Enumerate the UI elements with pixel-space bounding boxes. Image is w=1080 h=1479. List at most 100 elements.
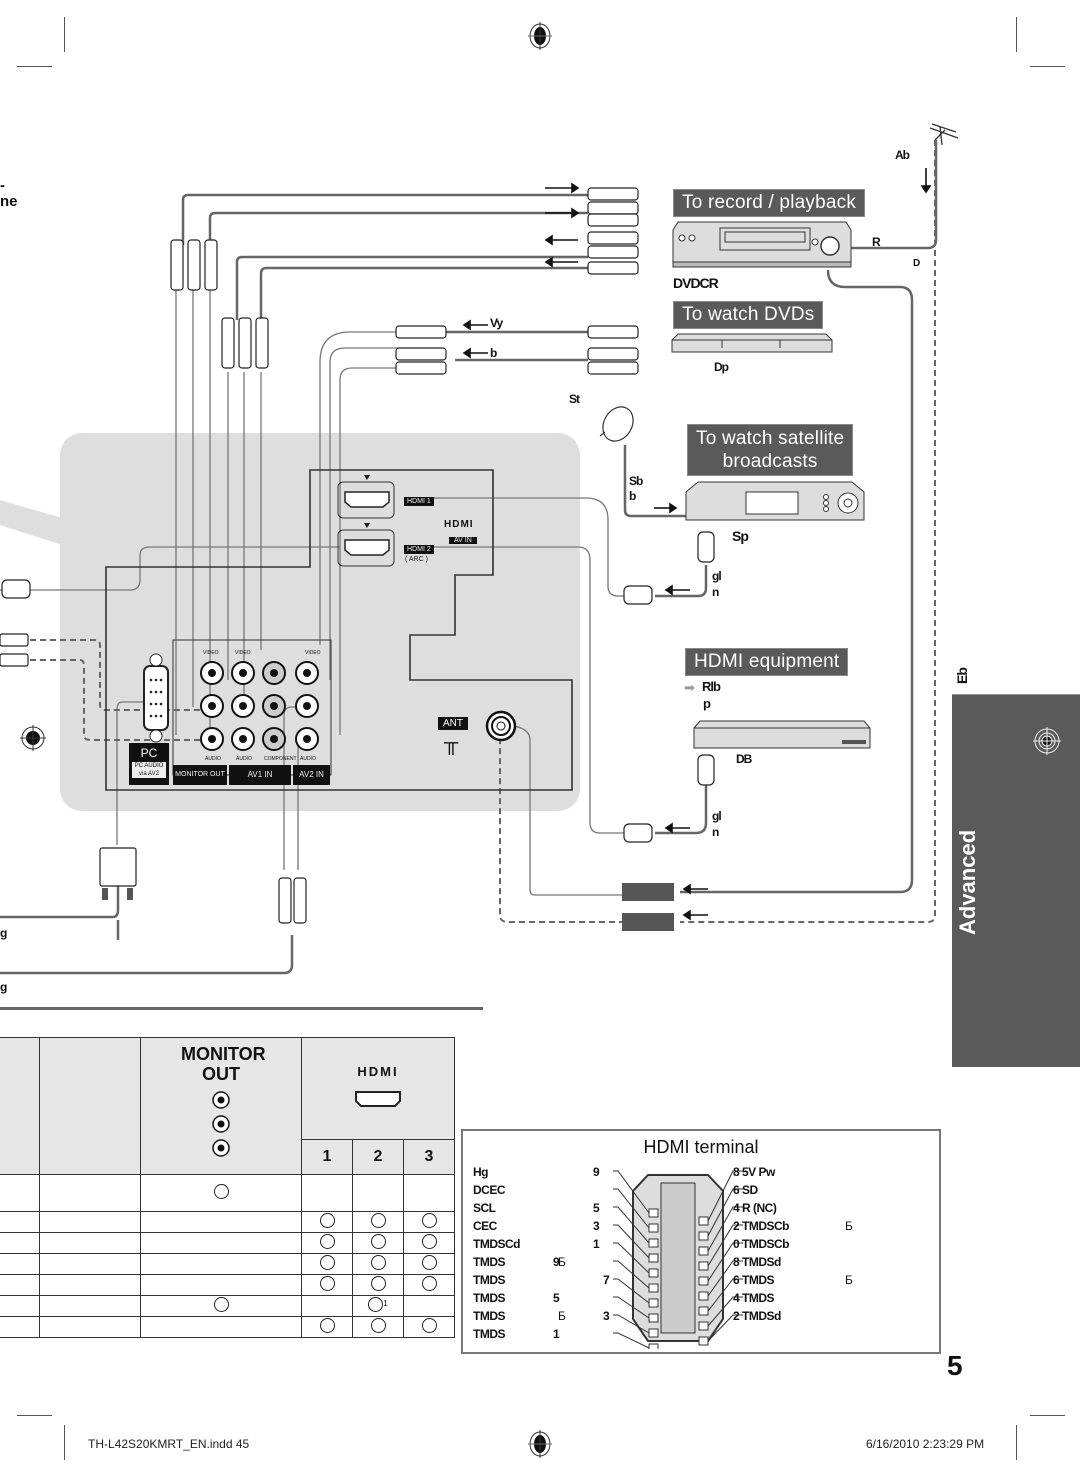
table-cell [403,1295,455,1317]
hdmi-col-1: 1 [301,1138,353,1176]
hdmi-pin [648,1238,659,1248]
supported-circle-icon [370,1254,386,1270]
monitor-out-title: MONITOR OUT [181,1044,266,1084]
pin-name: DCEC [473,1183,506,1197]
crop-mark [1016,1425,1017,1460]
supported-circle-icon [213,1183,229,1199]
left-cable-label: g [0,980,7,994]
settop-box-icon [685,481,865,521]
footer-file: TH-L42S20KMRT_EN.indd 45 [88,1437,250,1451]
table-cell [301,1316,353,1338]
dvd-player-icon [671,333,833,353]
table-cell [301,1211,353,1233]
pin-name: TMDS [473,1291,506,1305]
vcr-device-icon [672,221,852,268]
table-cell [352,1174,404,1212]
hdmi-pin-label-right: 8 TMDSd [733,1255,781,1269]
table-cell [140,1211,302,1233]
pin-number: 3 [603,1309,610,1323]
table-row [0,1316,455,1338]
arc-label: ( ARC ) [405,556,428,563]
pin-mark: Б [845,1219,853,1233]
table-cell [0,1316,40,1338]
table-row [0,1232,455,1254]
av2-video-label: VIDEO [305,650,321,656]
settop-label: Sp [732,528,749,544]
table-cell [39,1316,141,1338]
hdmi-pin [698,1231,709,1241]
supported-circle-icon [368,1296,384,1312]
component-label: COMPONENT [264,756,297,762]
table-cell [0,1295,40,1317]
pin-number: 5 [553,1291,560,1305]
supported-circle-icon [370,1233,386,1249]
av-jacks [200,661,319,751]
pin-name: 8 5V Pw [733,1165,775,1179]
table-cell [352,1232,404,1254]
banner-satellite-line: To watch satellite [696,428,845,449]
hdmi-pin-label-right: 6 SD [733,1183,758,1197]
ant-jack-icon [485,710,517,742]
pin-name: TMDSCd [473,1237,521,1251]
hdmi-pin [698,1306,709,1316]
pc-label-text: PC [140,746,158,760]
side-note: Eb [954,668,970,684]
pin-name: TMDS [473,1309,506,1323]
hdmi-logo: HDMI [357,1063,399,1079]
supported-circle-icon [421,1275,437,1291]
supported-circle-icon [319,1254,335,1270]
pin-name: TMDS [473,1327,506,1341]
audio-cable-label: b [490,346,497,360]
pc-audio-label: PC AUDIO via AV2 [132,762,166,778]
hdmi-cable-label-line: n [712,585,719,599]
table-cell [0,1253,40,1275]
hdmi-pin-label-left: Hg 9 [473,1165,600,1179]
table-cell [0,1211,40,1233]
av1-audio-label: AUDIO [236,756,252,762]
table-cell [140,1295,302,1317]
table-cell [403,1253,455,1275]
hdmi-pin [648,1223,659,1233]
registration-mark-icon [1033,727,1061,755]
hdmi-pin [698,1321,709,1331]
supported-circle-icon [421,1317,437,1333]
left-cable-label: g [0,926,7,940]
hdmi-pin-label-right: 0 TMDSCb [733,1237,790,1251]
supported-circle-icon [319,1212,335,1228]
hdmi-terminal-title: HDMI terminal [643,1137,759,1157]
hdmi2-label: HDMI 2 [404,545,434,554]
advanced-label: Advanced [955,829,980,935]
hdmi-pin-label-left: TMDS 7 [473,1273,610,1287]
supported-circle-icon [370,1317,386,1333]
pin-name: 2 TMDSd [733,1309,781,1323]
table-cell [301,1174,353,1212]
supported-circle-icon [421,1233,437,1249]
table-row [0,1253,455,1275]
table-cell [39,1174,141,1212]
hdmi-pin [698,1261,709,1271]
table-cell [301,1295,353,1317]
av1-in-label: AV1 IN [229,765,291,785]
table-cell [403,1174,455,1212]
hdmi-logo: HDMI [444,519,474,530]
supported-circle-icon [370,1275,386,1291]
hdmi-equipment-note: Rlb [702,679,721,694]
pin-name: TMDS [473,1255,506,1269]
ant-label: ANT [438,717,468,730]
hdmi-pin-label-left: TMDS 1 [473,1327,560,1341]
table-header-cell [0,1037,40,1175]
pin-name: SCL [473,1201,496,1215]
hdmi-terminal-box: HDMI terminal Hg 9 DCEC SCL 5 CEC 3 TMDSCd 1 TMDS… [461,1129,941,1354]
footer-datetime: 6/16/2010 2:23:29 PM [866,1437,985,1451]
hdmi-pin-label-left: TMDS 5 [473,1291,560,1305]
hdmi-col-3: 3 [403,1138,455,1176]
hdmi-pin [648,1253,659,1263]
antenna-label: Ab [895,148,910,162]
dvd-name: Dp [714,360,729,374]
table-cell [403,1316,455,1338]
table-cell [403,1274,455,1296]
table-cell [39,1232,141,1254]
hdmi-equipment-note-2: p [703,696,711,711]
hdmi-pin [698,1336,709,1346]
vcr-d-label: D [913,258,920,269]
